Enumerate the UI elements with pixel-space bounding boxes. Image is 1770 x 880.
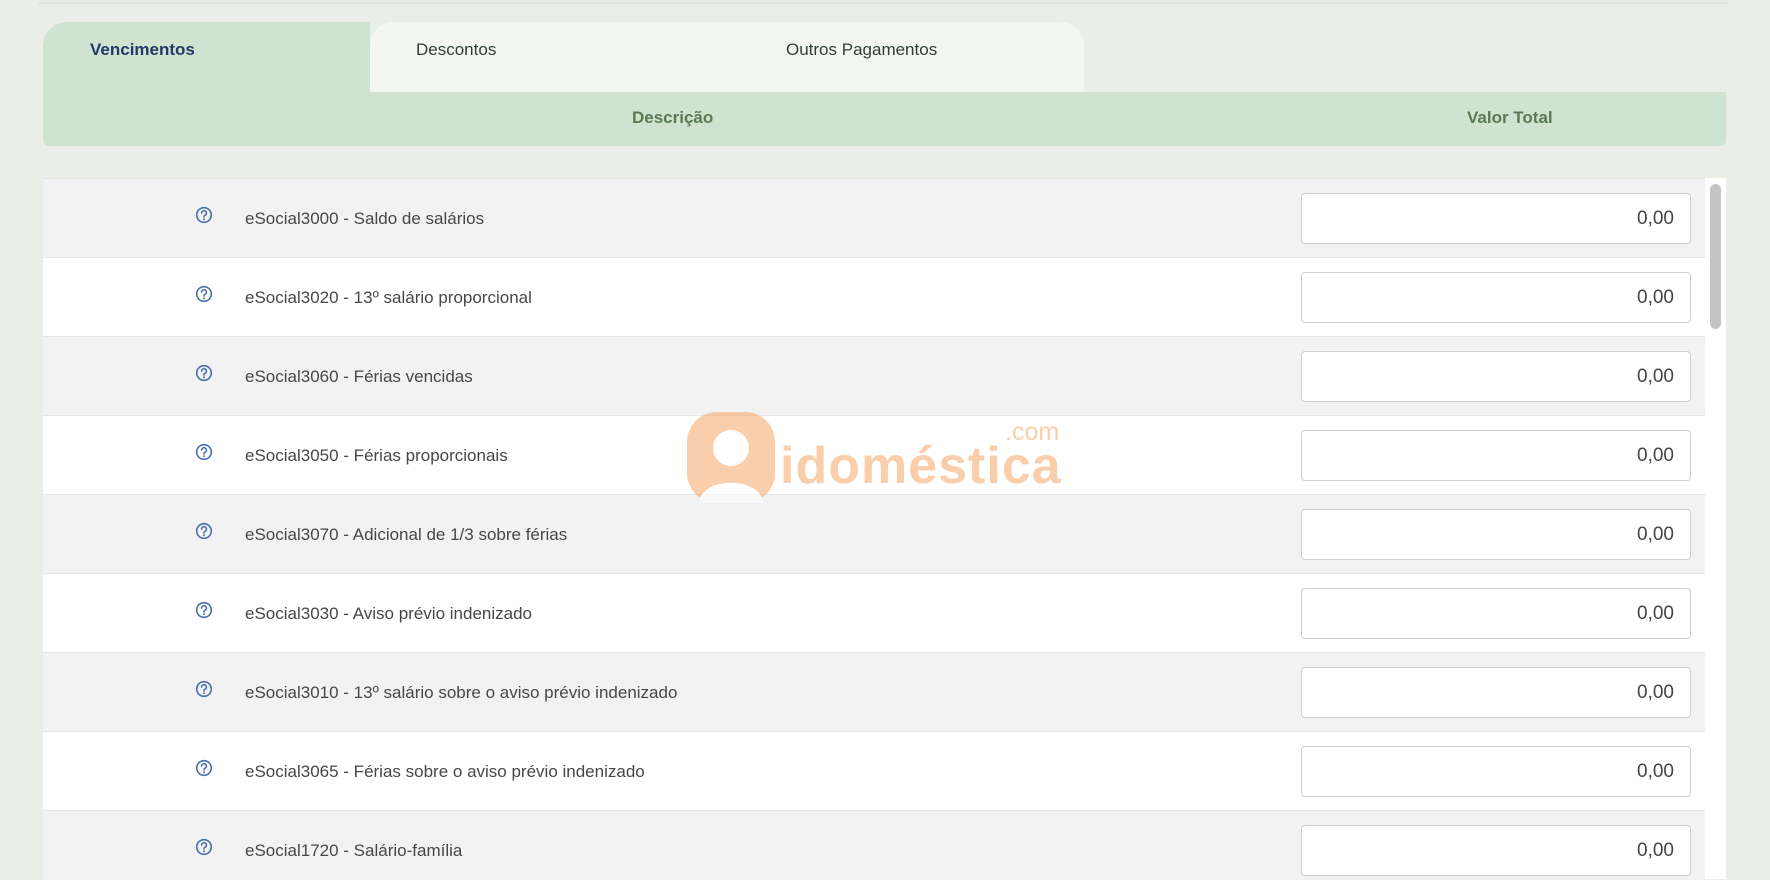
tab-outros-pagamentos-label: Outros Pagamentos [786,40,938,59]
row-description: eSocial3000 - Saldo de salários [245,209,485,228]
table-header: Descrição Valor Total [43,92,1726,146]
tab-bar: Vencimentos Descontos Outros Pagamentos [43,22,1084,92]
valor-total-input[interactable] [1301,509,1691,560]
row-description: eSocial3020 - 13º salário proporcional [245,288,532,307]
tab-descontos[interactable]: Descontos [370,22,690,92]
table-row: eSocial3000 - Saldo de salários [43,179,1705,258]
scrollbar-thumb[interactable] [1710,184,1721,329]
row-description: eSocial3070 - Adicional de 1/3 sobre fér… [245,525,568,544]
help-circle-icon[interactable] [195,838,213,856]
row-description: eSocial1720 - Salário-família [245,841,463,860]
items-list: eSocial3000 - Saldo de salários eSocial3… [43,178,1705,880]
table-row: eSocial3070 - Adicional de 1/3 sobre fér… [43,495,1705,574]
top-divider [38,2,1728,4]
help-circle-icon[interactable] [195,443,213,461]
vertical-scrollbar[interactable] [1705,178,1726,879]
help-circle-icon[interactable] [195,364,213,382]
valor-total-input[interactable] [1301,272,1691,323]
tab-vencimentos-label: Vencimentos [90,40,195,59]
tab-descontos-label: Descontos [416,40,497,59]
help-circle-icon[interactable] [195,601,213,619]
valor-total-input[interactable] [1301,588,1691,639]
valor-total-input[interactable] [1301,746,1691,797]
valor-total-input[interactable] [1301,825,1691,876]
valor-total-input[interactable] [1301,351,1691,402]
table-row: eSocial3065 - Férias sobre o aviso prévi… [43,732,1705,811]
help-circle-icon[interactable] [195,285,213,303]
row-description: eSocial3065 - Férias sobre o aviso prévi… [245,762,645,781]
table-row: eSocial3030 - Aviso prévio indenizado [43,574,1705,653]
table-row: eSocial3010 - 13º salário sobre o aviso … [43,653,1705,732]
table-row: eSocial3020 - 13º salário proporcional [43,258,1705,337]
help-circle-icon[interactable] [195,680,213,698]
valor-total-input[interactable] [1301,667,1691,718]
table-row: eSocial1720 - Salário-família [43,811,1705,880]
valor-total-input[interactable] [1301,193,1691,244]
column-header-descricao: Descrição [632,108,714,127]
table-row: eSocial3050 - Férias proporcionais [43,416,1705,495]
row-description: eSocial3030 - Aviso prévio indenizado [245,604,532,623]
row-description: eSocial3060 - Férias vencidas [245,367,473,386]
help-circle-icon[interactable] [195,759,213,777]
valor-total-input[interactable] [1301,430,1691,481]
row-description: eSocial3050 - Férias proporcionais [245,446,508,465]
column-header-valor-total: Valor Total [1467,108,1553,127]
tab-outros-pagamentos[interactable]: Outros Pagamentos [690,22,1084,92]
row-description: eSocial3010 - 13º salário sobre o aviso … [245,683,678,702]
table-row: eSocial3060 - Férias vencidas [43,337,1705,416]
help-circle-icon[interactable] [195,522,213,540]
help-circle-icon[interactable] [195,206,213,224]
tab-vencimentos[interactable]: Vencimentos [43,22,370,92]
